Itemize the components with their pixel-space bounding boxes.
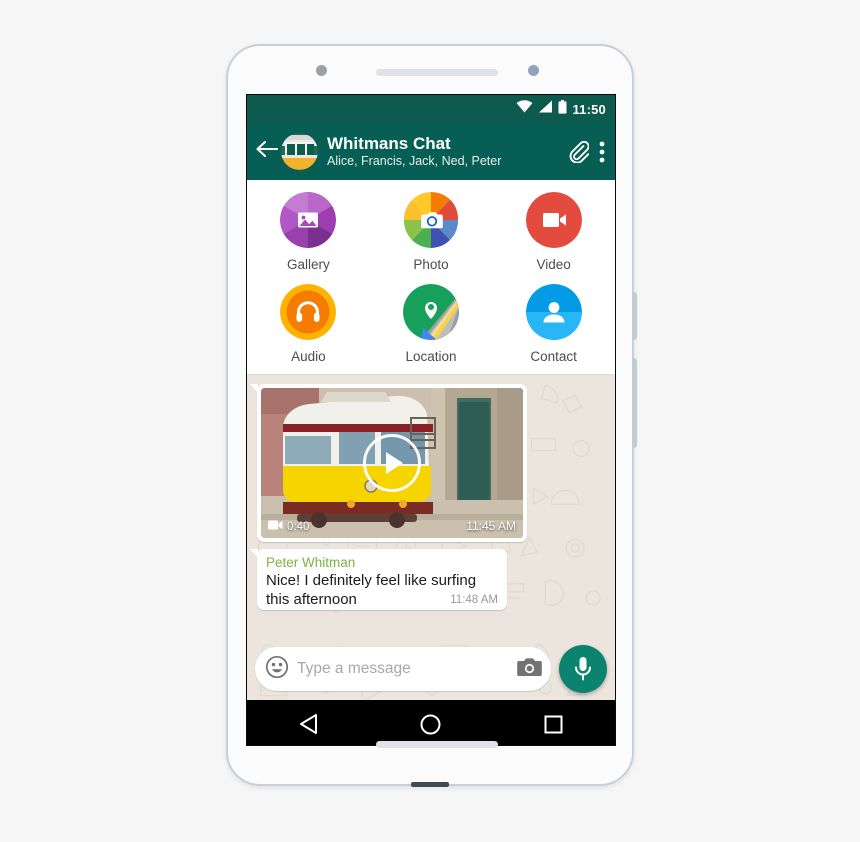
message-bubble-text[interactable]: Peter Whitman Nice! I definitely feel li… <box>250 549 507 610</box>
phone-screen: 11:50 Whitmans Chat Alice, Francis, Jack… <box>246 94 616 746</box>
cellular-signal-icon <box>538 100 553 118</box>
status-clock: 11:50 <box>572 101 606 117</box>
message-list[interactable]: 0:40 11:45 AM Peter Whitman Nice! I defi… <box>247 375 615 638</box>
attachment-label: Photo <box>413 257 449 272</box>
android-nav-bar <box>247 700 615 745</box>
video-camera-icon <box>268 520 283 533</box>
attachment-option-location[interactable]: Location <box>385 284 477 364</box>
video-icon <box>525 192 582 248</box>
front-camera-icon <box>528 65 539 76</box>
attachment-row-2: Audio Location Contact <box>247 284 615 364</box>
video-duration: 0:40 <box>268 520 309 533</box>
gallery-icon <box>280 192 337 248</box>
nav-home-circle-icon[interactable] <box>401 700 461 745</box>
message-bubble-video[interactable]: 0:40 11:45 AM <box>250 384 527 542</box>
volume-button[interactable] <box>632 358 637 448</box>
attachment-option-video[interactable]: Video <box>508 192 600 272</box>
play-triangle <box>385 452 403 474</box>
back-arrow-icon[interactable] <box>255 140 279 163</box>
tram-video-thumbnail[interactable]: 0:40 11:45 AM <box>261 388 523 538</box>
attachment-option-audio[interactable]: Audio <box>262 284 354 364</box>
status-bar: 11:50 <box>247 95 615 123</box>
camera-icon[interactable] <box>517 656 543 683</box>
camera-icon <box>403 192 459 248</box>
chat-header: Whitmans Chat Alice, Francis, Jack, Ned,… <box>247 123 615 180</box>
search-input[interactable] <box>289 660 517 678</box>
earpiece-speaker-icon <box>376 69 498 76</box>
paperclip-icon[interactable] <box>567 140 589 163</box>
video-duration-text: 0:40 <box>287 520 310 533</box>
chat-participants: Alice, Francis, Jack, Ned, Peter <box>327 154 502 168</box>
attachment-label: Contact <box>530 349 577 364</box>
bubble-tail <box>250 384 258 393</box>
phone-top-bezel <box>228 46 632 94</box>
message-timestamp: 11:45 AM <box>466 519 516 533</box>
bottom-speaker-icon <box>376 741 498 748</box>
battery-icon <box>558 99 567 119</box>
attachment-picker-panel: Gallery Photo Video Audio Location Conta… <box>247 180 615 375</box>
message-input-pill[interactable] <box>255 647 551 691</box>
avatar[interactable] <box>281 133 318 170</box>
contact-icon <box>525 284 582 340</box>
power-button[interactable] <box>632 292 637 340</box>
header-text-block[interactable]: Whitmans Chat Alice, Francis, Jack, Ned,… <box>327 134 557 169</box>
nav-recents-square-icon[interactable] <box>524 700 584 745</box>
proximity-sensor-icon <box>316 65 327 76</box>
microphone-icon[interactable] <box>559 645 607 693</box>
attachment-label: Video <box>536 257 571 272</box>
attachment-option-contact[interactable]: Contact <box>508 284 600 364</box>
message-input-bar <box>247 638 615 700</box>
bubble-tail <box>250 549 258 558</box>
attachment-label: Audio <box>291 349 326 364</box>
attachment-option-photo[interactable]: Photo <box>385 192 477 272</box>
page-title: Whitmans Chat <box>327 134 451 153</box>
phone-frame: 11:50 Whitmans Chat Alice, Francis, Jack… <box>226 44 637 787</box>
map-pin-icon <box>402 284 459 340</box>
message-sender: Peter Whitman <box>266 555 356 570</box>
nav-back-triangle-icon[interactable] <box>278 700 338 745</box>
messages-container: 0:40 11:45 AM Peter Whitman Nice! I defi… <box>247 375 615 610</box>
attachment-option-gallery[interactable]: Gallery <box>262 192 354 272</box>
headphones-icon <box>280 284 337 340</box>
overflow-menu-icon[interactable] <box>599 140 605 164</box>
emoji-smiley-icon[interactable] <box>265 655 289 684</box>
usb-port-icon <box>411 782 449 787</box>
attachment-label: Location <box>405 349 457 364</box>
play-button-icon[interactable] <box>363 434 421 492</box>
attachment-row-1: Gallery Photo Video <box>247 192 615 272</box>
wifi-icon <box>516 100 533 118</box>
attachment-label: Gallery <box>286 257 330 272</box>
